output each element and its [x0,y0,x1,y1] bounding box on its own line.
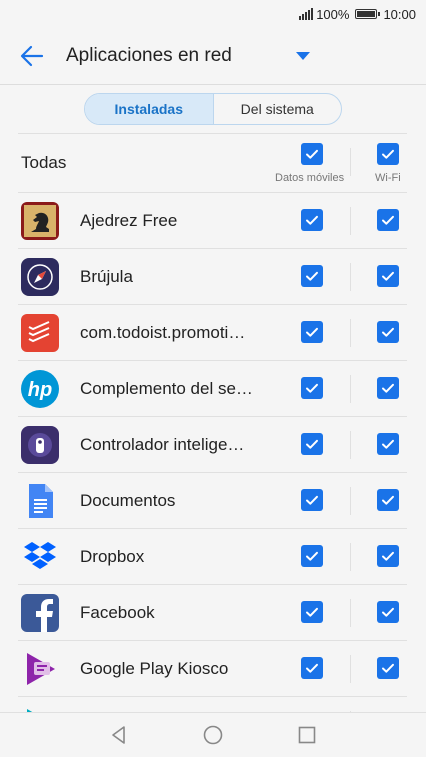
select-all-label: Todas [21,153,67,172]
app-name: Ajedrez Free [80,210,178,230]
app-name: Complemento del se… [80,378,253,398]
remote-controller-icon [21,425,59,464]
mobile-data-checkbox[interactable] [301,377,323,399]
column-divider [350,655,351,683]
column-divider [350,319,351,347]
hp-icon: hp [21,369,59,408]
column-divider [350,599,351,627]
facebook-icon [21,593,59,632]
select-all-row: Todas Datos móviles Wi-Fi [18,133,407,192]
app-row: Dropbox [18,528,407,584]
app-name: Documentos [80,490,176,510]
column-divider [350,148,351,176]
play-kiosco-icon [21,650,59,688]
app-row: com.todoist.promoti… [18,304,407,360]
app-row: Brújula [18,248,407,304]
mobile-data-checkbox[interactable] [301,433,323,455]
signal-icon [299,8,314,20]
page-title[interactable]: Aplicaciones en red [66,45,296,67]
back-arrow-icon[interactable] [20,44,44,68]
chess-icon [21,201,59,240]
nav-recents-icon[interactable] [296,724,318,746]
mobile-data-checkbox[interactable] [301,657,323,679]
wifi-checkbox[interactable] [377,377,399,399]
column-divider [350,543,351,571]
mobile-data-checkbox[interactable] [301,601,323,623]
app-name: Brújula [80,266,133,286]
status-bar: 100% 10:00 [0,0,426,28]
app-row: Controlador intelige… [18,416,407,472]
mobile-data-checkbox[interactable] [301,545,323,567]
dropdown-triangle-icon[interactable] [296,51,310,61]
wifi-checkbox[interactable] [377,545,399,567]
battery-icon [355,9,381,19]
column-divider [350,431,351,459]
wifi-checkbox[interactable] [377,657,399,679]
docs-icon [21,482,59,520]
wifi-checkbox[interactable] [377,601,399,623]
mobile-data-checkbox[interactable] [301,265,323,287]
mobile-data-checkbox[interactable] [301,209,323,231]
app-name: Controlador intelige… [80,434,245,454]
app-row: Google Play Kiosco [18,640,407,696]
system-nav-bar [0,712,426,757]
app-row: Ajedrez Free [18,192,407,248]
column-divider [350,375,351,403]
wifi-checkbox[interactable] [377,433,399,455]
battery-percent: 100% [316,6,350,22]
wifi-checkbox[interactable] [377,489,399,511]
nav-home-icon[interactable] [202,724,224,746]
nav-back-icon[interactable] [108,724,130,746]
app-name: com.todoist.promoti… [80,322,246,342]
app-row: hp Complemento del se… [18,360,407,416]
wifi-checkbox[interactable] [377,209,399,231]
compass-icon [21,257,59,296]
app-name: Dropbox [80,546,145,566]
app-bar: Aplicaciones en red [0,28,426,85]
column-divider [350,487,351,515]
svg-text:hp: hp [28,379,52,401]
mobile-data-checkbox[interactable] [301,321,323,343]
clock: 10:00 [383,6,416,22]
app-name: Google Play Kiosco [80,658,229,678]
column-divider [350,207,351,235]
wifi-column-label: Wi-Fi [375,172,401,184]
tab-installed[interactable]: Instaladas [85,94,214,124]
wifi-checkbox[interactable] [377,321,399,343]
app-name: Facebook [80,602,155,622]
app-row: Facebook [18,584,407,640]
tab-system[interactable]: Del sistema [214,94,342,124]
mobile-data-column-label: Datos móviles [275,172,345,184]
wifi-checkbox[interactable] [377,265,399,287]
select-all-mobile-checkbox[interactable] [301,143,323,165]
mobile-data-checkbox[interactable] [301,489,323,511]
select-all-wifi-checkbox[interactable] [377,143,399,165]
app-row: Documentos [18,472,407,528]
column-divider [350,263,351,291]
todoist-icon [21,313,59,352]
dropbox-icon [21,538,59,576]
app-list: Todas Datos móviles Wi-Fi Ajedrez Free Br… [18,133,407,752]
tab-switcher: Instaladas Del sistema [84,93,342,125]
